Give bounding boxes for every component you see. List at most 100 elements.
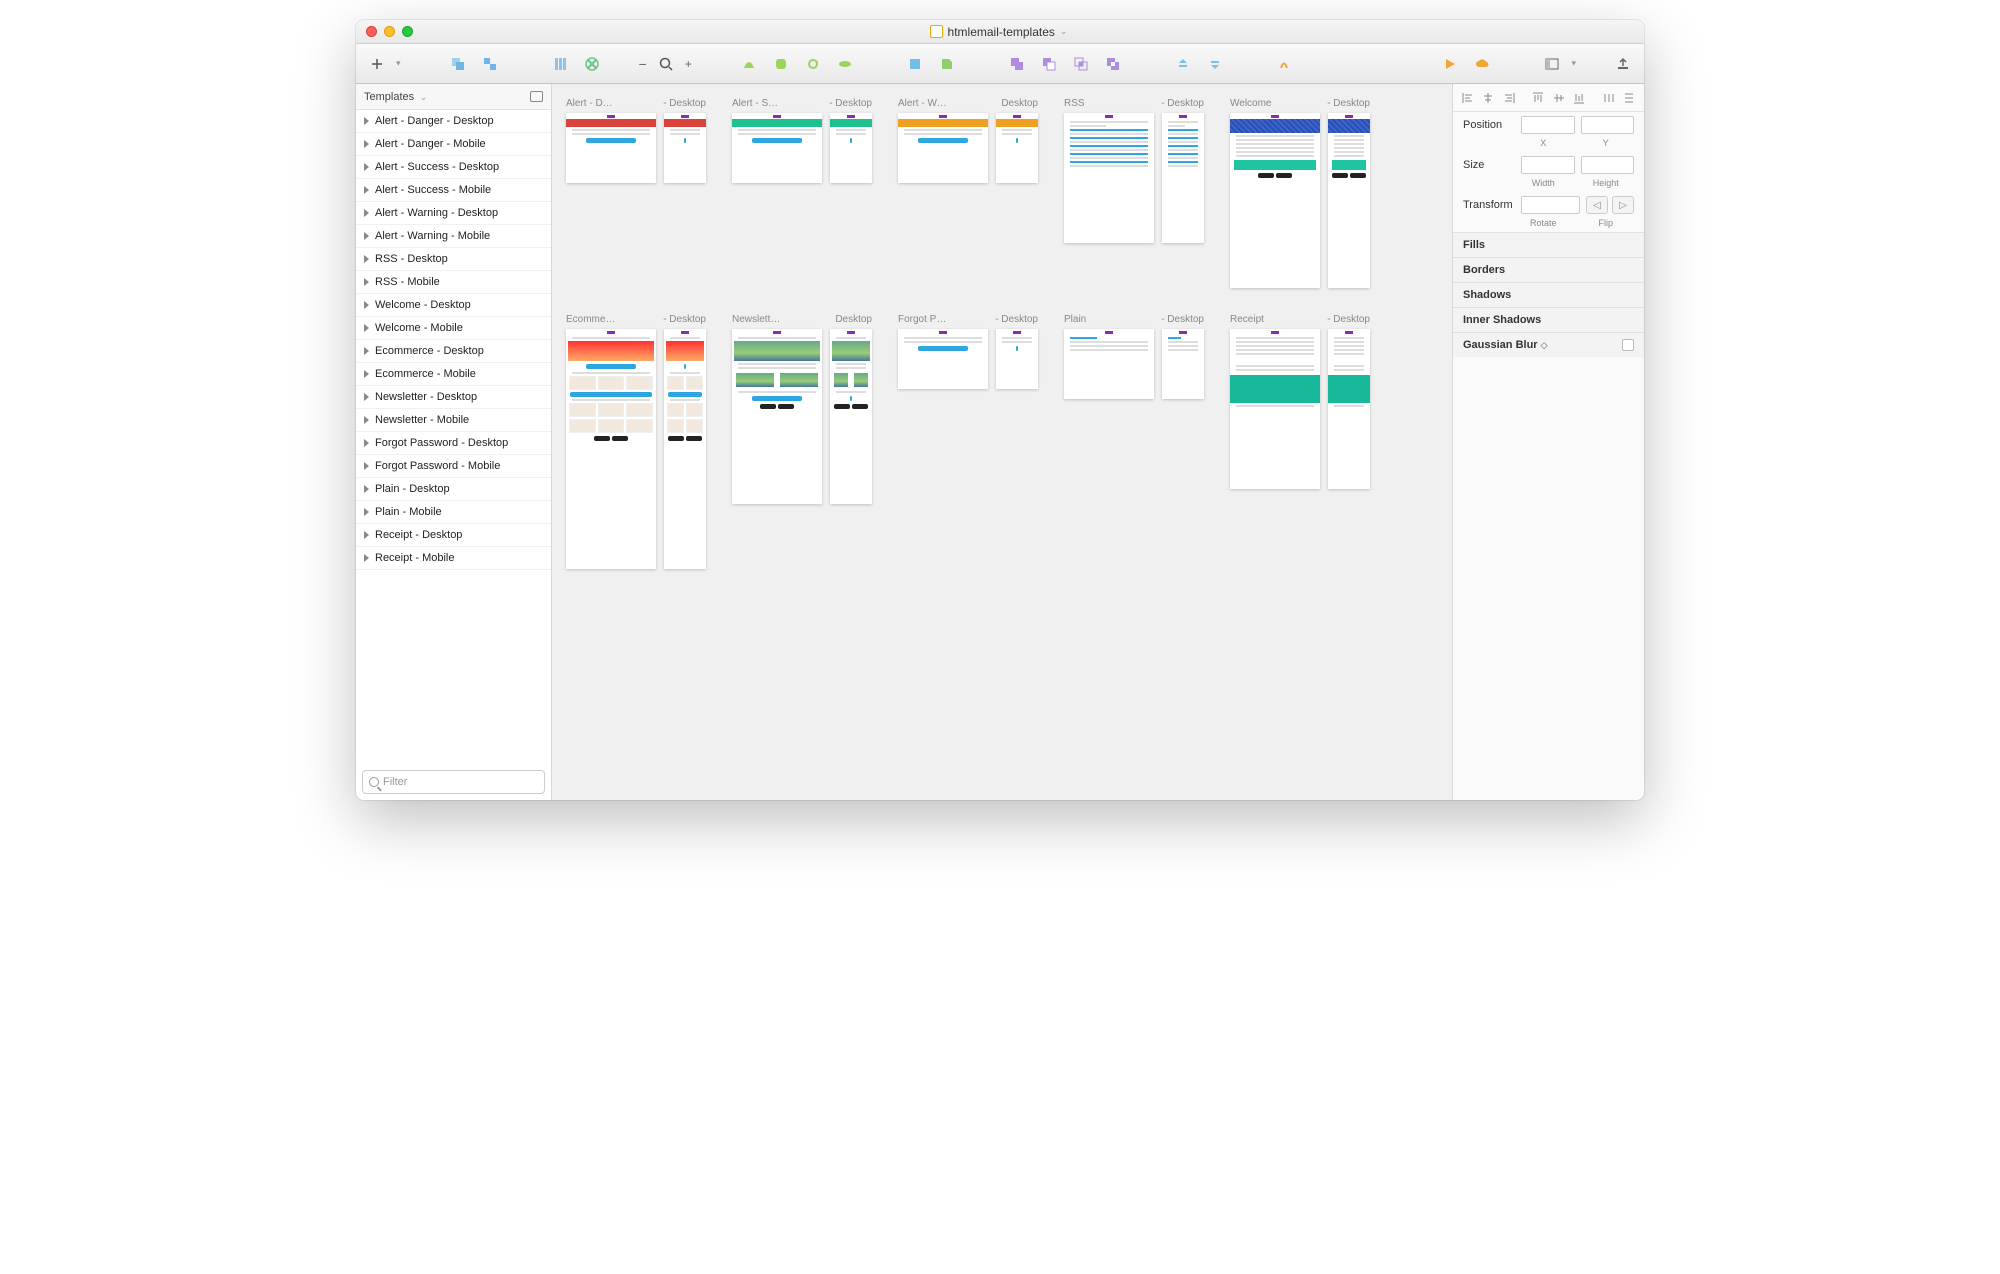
view-button[interactable]	[1539, 53, 1565, 75]
subtract-button[interactable]	[1036, 53, 1062, 75]
layer-item[interactable]: Newsletter - Desktop	[356, 386, 551, 409]
artboard-thumbnail[interactable]	[566, 329, 656, 569]
cloud-button[interactable]	[1469, 53, 1495, 75]
canvas-area[interactable]: Alert - D…- DesktopAlert - S…- DesktopAl…	[552, 84, 1452, 800]
symbol-create-button[interactable]	[547, 53, 573, 75]
mask-button[interactable]	[902, 53, 928, 75]
artboard-group: Receipt- Desktop	[1230, 314, 1370, 569]
align-bottom-button[interactable]	[1572, 87, 1586, 109]
zoom-out-button[interactable]: −	[639, 56, 647, 72]
flip-h-button[interactable]: ◁	[1586, 196, 1608, 214]
sidebar-toggle-icon[interactable]	[530, 91, 543, 102]
layer-item[interactable]: Alert - Danger - Mobile	[356, 133, 551, 156]
layer-item[interactable]: Ecommerce - Mobile	[356, 363, 551, 386]
intersect-button[interactable]	[1068, 53, 1094, 75]
transform-button[interactable]	[768, 53, 794, 75]
group-button[interactable]	[445, 53, 471, 75]
layer-item[interactable]: RSS - Desktop	[356, 248, 551, 271]
position-x-input[interactable]	[1521, 116, 1575, 134]
mirror-button[interactable]	[1272, 53, 1298, 75]
artboard-thumbnail[interactable]	[996, 113, 1038, 183]
artboard-thumbnail[interactable]	[1064, 113, 1154, 243]
titlebar-title[interactable]: htmlemail-templates ⌄	[420, 25, 1577, 39]
distribute-v-button[interactable]	[1622, 87, 1636, 109]
artboard-group: RSS- Desktop	[1064, 98, 1204, 288]
difference-button[interactable]	[1100, 53, 1126, 75]
rotate-input[interactable]	[1521, 196, 1580, 214]
align-top-button[interactable]	[1531, 87, 1545, 109]
inner-shadows-section[interactable]: Inner Shadows	[1453, 307, 1644, 332]
layer-item[interactable]: Alert - Success - Mobile	[356, 179, 551, 202]
layer-item[interactable]: Forgot Password - Desktop	[356, 432, 551, 455]
disclosure-triangle-icon	[364, 186, 369, 194]
artboard-thumbnail[interactable]	[566, 113, 656, 183]
minimize-window-button[interactable]	[384, 26, 395, 37]
align-center-v-button[interactable]	[1551, 87, 1565, 109]
forward-button[interactable]	[1170, 53, 1196, 75]
zoom-button[interactable]	[653, 53, 679, 75]
shadows-section[interactable]: Shadows	[1453, 282, 1644, 307]
artboard-thumbnail[interactable]	[1064, 329, 1154, 399]
fills-section[interactable]: Fills	[1453, 232, 1644, 257]
artboard-thumbnail[interactable]	[830, 113, 872, 183]
edit-shape-button[interactable]	[736, 53, 762, 75]
insert-button[interactable]	[364, 53, 390, 75]
borders-section[interactable]: Borders	[1453, 257, 1644, 282]
align-right-button[interactable]	[1502, 87, 1516, 109]
layer-item[interactable]: Welcome - Mobile	[356, 317, 551, 340]
align-left-button[interactable]	[1461, 87, 1475, 109]
gaussian-blur-section[interactable]: Gaussian Blur ◇	[1453, 332, 1644, 357]
artboard-thumbnail[interactable]	[1230, 329, 1320, 489]
maximize-window-button[interactable]	[402, 26, 413, 37]
layer-item[interactable]: Alert - Danger - Desktop	[356, 110, 551, 133]
ungroup-button[interactable]	[477, 53, 503, 75]
artboard-thumbnail[interactable]	[664, 113, 706, 183]
artboard-thumbnail[interactable]	[898, 113, 988, 183]
artboard-thumbnail[interactable]	[1328, 113, 1370, 288]
artboard-thumbnail[interactable]	[1162, 113, 1204, 243]
position-y-input[interactable]	[1581, 116, 1635, 134]
flip-v-button[interactable]: ▷	[1612, 196, 1634, 214]
blur-checkbox[interactable]	[1622, 339, 1634, 351]
height-input[interactable]	[1581, 156, 1635, 174]
artboard-thumbnail[interactable]	[996, 329, 1038, 389]
zoom-in-button[interactable]: +	[685, 57, 692, 71]
layer-item[interactable]: Alert - Warning - Desktop	[356, 202, 551, 225]
preview-button[interactable]	[1437, 53, 1463, 75]
backward-button[interactable]	[1202, 53, 1228, 75]
artboard-thumbnail[interactable]	[1230, 113, 1320, 288]
layer-item[interactable]: Plain - Mobile	[356, 501, 551, 524]
flatten-button[interactable]	[832, 53, 858, 75]
layer-item[interactable]: Newsletter - Mobile	[356, 409, 551, 432]
layer-item[interactable]: Alert - Success - Desktop	[356, 156, 551, 179]
symbol-detach-button[interactable]	[579, 53, 605, 75]
artboard-thumbnail[interactable]	[664, 329, 706, 569]
filter-input[interactable]: Filter	[362, 770, 545, 794]
scale-button[interactable]	[934, 53, 960, 75]
layer-item[interactable]: Ecommerce - Desktop	[356, 340, 551, 363]
artboard-thumbnail[interactable]	[1162, 329, 1204, 399]
artboard-thumbnail[interactable]	[830, 329, 872, 504]
layer-list[interactable]: Alert - Danger - Desktop Alert - Danger -…	[356, 110, 551, 764]
rotate-button[interactable]	[800, 53, 826, 75]
sidebar-header[interactable]: Templates ⌄	[356, 84, 551, 110]
layer-item[interactable]: Forgot Password - Mobile	[356, 455, 551, 478]
width-input[interactable]	[1521, 156, 1575, 174]
layer-item[interactable]: Welcome - Desktop	[356, 294, 551, 317]
layer-item-label: RSS - Mobile	[375, 276, 440, 288]
layer-item-label: Alert - Danger - Mobile	[375, 138, 486, 150]
layer-item[interactable]: Receipt - Desktop	[356, 524, 551, 547]
layer-item[interactable]: Alert - Warning - Mobile	[356, 225, 551, 248]
layer-item[interactable]: Plain - Desktop	[356, 478, 551, 501]
union-button[interactable]	[1004, 53, 1030, 75]
artboard-thumbnail[interactable]	[732, 329, 822, 504]
artboard-thumbnail[interactable]	[898, 329, 988, 389]
artboard-thumbnail[interactable]	[1328, 329, 1370, 489]
layer-item[interactable]: Receipt - Mobile	[356, 547, 551, 570]
align-center-h-button[interactable]	[1481, 87, 1495, 109]
artboard-thumbnail[interactable]	[732, 113, 822, 183]
export-button[interactable]	[1610, 53, 1636, 75]
close-window-button[interactable]	[366, 26, 377, 37]
distribute-h-button[interactable]	[1601, 87, 1615, 109]
layer-item[interactable]: RSS - Mobile	[356, 271, 551, 294]
